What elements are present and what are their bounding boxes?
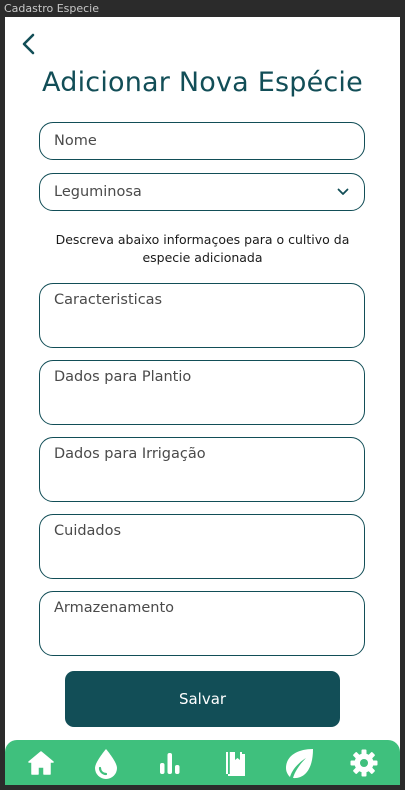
save-button[interactable]: Salvar bbox=[65, 671, 340, 727]
type-select-value: Leguminosa bbox=[54, 184, 142, 200]
cuidados-input[interactable] bbox=[40, 515, 364, 578]
home-icon bbox=[28, 750, 54, 775]
nav-stats[interactable] bbox=[150, 743, 190, 783]
water-drop-icon bbox=[94, 748, 117, 779]
book-icon bbox=[225, 751, 245, 776]
caracteristicas-input[interactable] bbox=[40, 284, 364, 347]
nav-home[interactable] bbox=[21, 743, 61, 783]
chevron-left-icon bbox=[22, 33, 35, 55]
bottom-nav bbox=[5, 740, 400, 785]
page-title: Adicionar Nova Espécie bbox=[42, 67, 363, 98]
back-button[interactable] bbox=[15, 31, 41, 57]
irrigacao-input[interactable] bbox=[40, 438, 364, 501]
instructions-text: Descreva abaixo informaçoes para o culti… bbox=[55, 232, 350, 265]
irrigacao-field bbox=[39, 437, 365, 502]
nav-settings[interactable] bbox=[344, 743, 384, 783]
nav-catalog[interactable] bbox=[215, 743, 255, 783]
window-title: Cadastro Especie bbox=[4, 2, 99, 15]
gear-icon bbox=[350, 749, 378, 776]
name-field bbox=[39, 122, 365, 160]
nav-species[interactable] bbox=[279, 743, 319, 783]
chevron-down-icon bbox=[336, 185, 350, 199]
plantio-input[interactable] bbox=[40, 361, 364, 424]
leaf-icon bbox=[286, 748, 314, 778]
caracteristicas-field bbox=[39, 283, 365, 348]
armazenamento-field bbox=[39, 591, 365, 656]
armazenamento-input[interactable] bbox=[40, 592, 364, 655]
plantio-field bbox=[39, 360, 365, 425]
name-input[interactable] bbox=[40, 123, 364, 159]
cuidados-field bbox=[39, 514, 365, 579]
bar-chart-icon bbox=[160, 752, 180, 774]
nav-irrigation[interactable] bbox=[86, 743, 126, 783]
type-select[interactable]: Leguminosa bbox=[39, 173, 365, 211]
app-screen: Adicionar Nova Espécie Leguminosa Descre… bbox=[5, 17, 400, 785]
